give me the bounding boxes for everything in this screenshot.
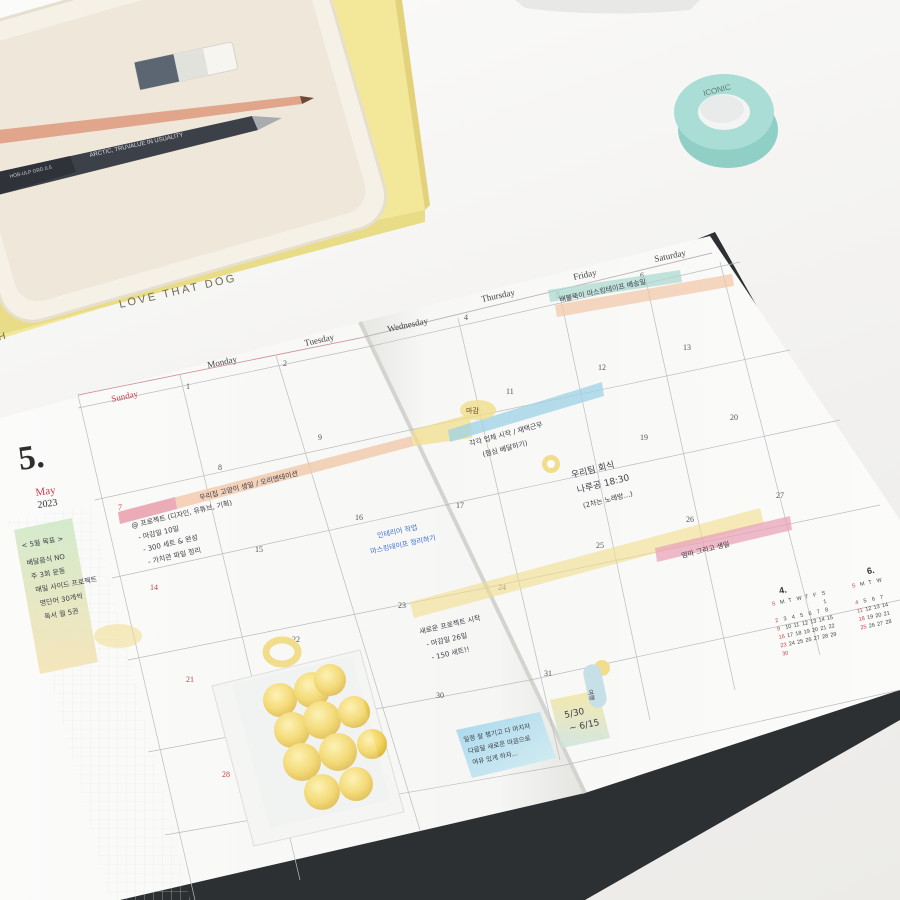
mini-cal-day: 12 xyxy=(801,620,808,627)
date-number: 31 xyxy=(544,669,552,678)
mini-cal-day: 20 xyxy=(812,627,819,634)
date-number: 8 xyxy=(218,463,222,472)
mini-cal-day: 18 xyxy=(858,616,865,623)
mini-cal-day: 15 xyxy=(826,615,833,622)
mini-cal-day: 25 xyxy=(860,624,867,631)
date-number: 28 xyxy=(222,770,230,779)
mini-cal-day: 26 xyxy=(868,622,875,629)
date-number: 12 xyxy=(598,363,606,372)
mini-cal-day: 19 xyxy=(803,629,810,636)
date-number: 30 xyxy=(436,691,444,700)
mini-cal-day: 16 xyxy=(778,634,785,641)
mini-cal-day: 21 xyxy=(883,611,890,618)
mini-cal-day: 23 xyxy=(780,642,787,649)
mini-cal-day: 10 xyxy=(785,624,792,631)
mini-cal-day: 27 xyxy=(877,621,884,628)
mini-cal-day: 11 xyxy=(793,622,800,629)
date-number: 2 xyxy=(283,359,287,368)
date-number: 16 xyxy=(355,513,363,522)
mini-cal-day: 30 xyxy=(782,650,789,657)
date-number: 15 xyxy=(255,545,263,554)
washi-tape-roll: ICONIC xyxy=(674,74,778,168)
mini-cal-day: 28 xyxy=(885,619,892,626)
mini-cal-day: 26 xyxy=(805,637,812,644)
mini-cal-day: 18 xyxy=(795,630,802,637)
white-object-top xyxy=(515,0,700,14)
mini-cal-day: 13 xyxy=(873,604,880,611)
planner: Sunday Monday Tuesday Wednesday Thursday… xyxy=(0,232,900,900)
mini-cal-day: 22 xyxy=(828,623,835,630)
mini-cal-day: 21 xyxy=(820,625,827,632)
date-number: 17 xyxy=(456,501,464,510)
date-number: 1 xyxy=(186,382,190,391)
date-number: 14 xyxy=(150,583,158,592)
mini-cal-day: 12 xyxy=(865,606,872,613)
date-number: 19 xyxy=(640,433,648,442)
date-number: 21 xyxy=(186,675,194,684)
date-number: 7 xyxy=(118,503,122,512)
date-number: 23 xyxy=(398,601,406,610)
mini-cal-day: 27 xyxy=(813,635,820,642)
mini-cal-day: 20 xyxy=(875,612,882,619)
sticker-label: 마감 xyxy=(466,406,479,415)
date-number: 4 xyxy=(464,313,468,322)
date-number: 25 xyxy=(596,541,604,550)
date-number: 13 xyxy=(683,343,691,352)
mini-cal-day: 14 xyxy=(881,602,888,609)
date-number: 9 xyxy=(318,433,322,442)
month-number: 5. xyxy=(16,438,46,478)
mini-cal-day: 28 xyxy=(822,633,829,640)
mini-cal-day: 25 xyxy=(797,639,804,646)
date-number: 26 xyxy=(686,515,694,524)
scene-svg: LOVE THAT DOG CH ARCTIC, TRUVALUE IN USU… xyxy=(0,0,900,900)
mini-cal-day: 11 xyxy=(857,608,864,615)
mini-cal-day: 24 xyxy=(788,640,795,647)
date-number: 20 xyxy=(730,413,738,422)
mini-cal-day: 29 xyxy=(830,632,837,639)
mini-cal-day: 19 xyxy=(867,614,874,621)
mini-cal-day: 14 xyxy=(818,617,825,624)
photo-scene: LOVE THAT DOG CH ARCTIC, TRUVALUE IN USU… xyxy=(0,0,900,900)
mini-cal-day: 17 xyxy=(787,632,794,639)
mini-cal-day: 13 xyxy=(810,618,817,625)
date-number: 11 xyxy=(506,387,514,396)
date-number: 27 xyxy=(776,491,784,500)
